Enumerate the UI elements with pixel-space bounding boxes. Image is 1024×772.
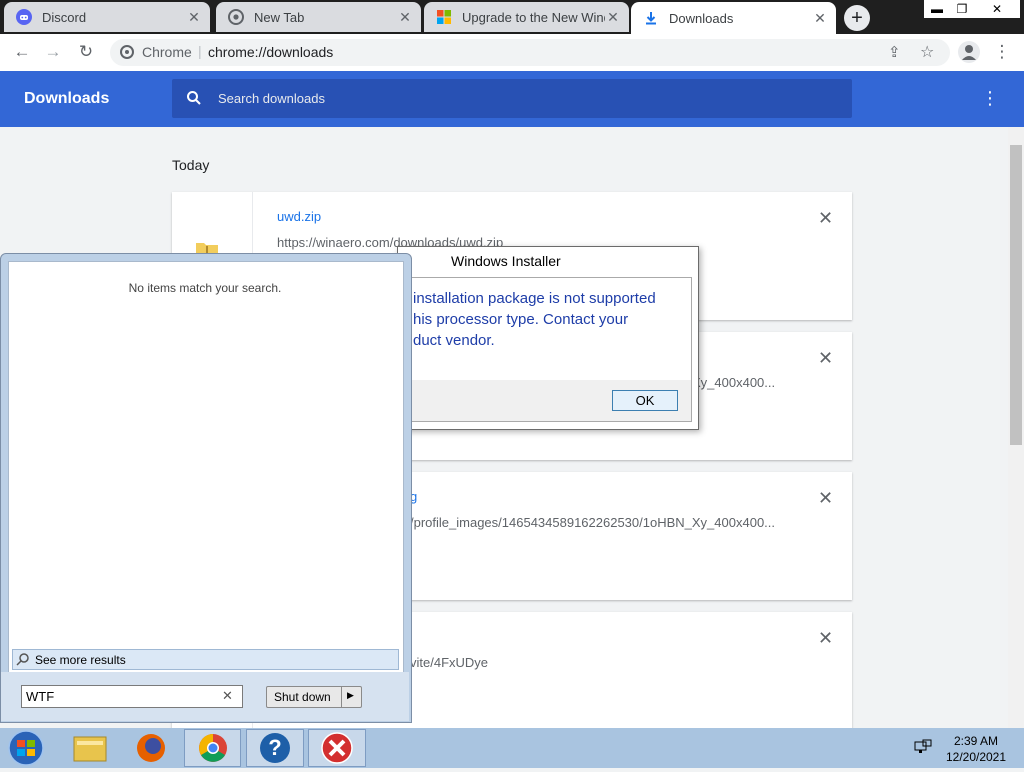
page-title: Downloads bbox=[24, 90, 110, 107]
download-icon bbox=[643, 10, 659, 26]
shutdown-label: Shut down bbox=[274, 690, 331, 704]
remove-icon[interactable]: ✕ bbox=[818, 628, 833, 649]
system-clock[interactable]: 2:39 AM 12/20/2021 bbox=[936, 733, 1016, 765]
tab-upgrade[interactable]: Upgrade to the New Wind ✕ bbox=[424, 2, 629, 32]
forward-icon[interactable]: → bbox=[42, 41, 64, 63]
remove-icon[interactable]: ✕ bbox=[818, 488, 833, 509]
svg-text:?: ? bbox=[268, 735, 281, 760]
search-value: WTF bbox=[26, 689, 55, 704]
search-icon bbox=[186, 90, 202, 111]
no-results-text: No items match your search. bbox=[128, 281, 282, 295]
tab-title: Upgrade to the New Wind bbox=[462, 9, 605, 25]
tab-downloads[interactable]: Downloads ✕ bbox=[631, 2, 836, 34]
remove-icon[interactable]: ✕ bbox=[818, 208, 833, 229]
omnibox-site: Chrome bbox=[142, 44, 192, 60]
clock-date: 12/20/2021 bbox=[945, 750, 1007, 764]
search-icon bbox=[16, 652, 30, 669]
new-tab-button[interactable]: + bbox=[844, 5, 870, 31]
see-more-label: See more results bbox=[35, 653, 126, 667]
close-icon[interactable]: ✕ bbox=[605, 9, 621, 26]
section-heading: Today bbox=[172, 157, 210, 173]
clear-search-icon[interactable]: ✕ bbox=[222, 688, 233, 704]
bookmark-star-icon[interactable]: ☆ bbox=[920, 42, 934, 62]
close-icon[interactable]: ✕ bbox=[186, 9, 202, 26]
tab-strip: Discord ✕ New Tab ✕ Upgrade to the New W… bbox=[0, 0, 1024, 34]
tab-title: New Tab bbox=[254, 9, 305, 25]
error-icon[interactable] bbox=[308, 729, 366, 767]
dialog-title: Windows Installer bbox=[451, 253, 561, 269]
start-button[interactable] bbox=[4, 729, 48, 767]
omnibox-divider: | bbox=[198, 43, 202, 59]
file-url[interactable]: /profile_images/1465434589162262530/1oHB… bbox=[410, 515, 775, 530]
firefox-icon[interactable] bbox=[123, 729, 179, 767]
tab-discord[interactable]: Discord ✕ bbox=[4, 2, 210, 32]
microsoft-icon bbox=[436, 9, 452, 25]
file-url[interactable]: Xy_400x400... bbox=[692, 375, 775, 390]
shutdown-button[interactable]: Shut down ▶ bbox=[266, 686, 362, 708]
network-icon[interactable] bbox=[914, 738, 932, 761]
explorer-icon[interactable] bbox=[62, 729, 118, 767]
message-line: installation package is not supported bbox=[413, 290, 656, 307]
close-icon[interactable]: ✕ bbox=[812, 10, 828, 27]
chrome-taskbar-icon[interactable] bbox=[184, 729, 241, 767]
profile-avatar[interactable] bbox=[958, 41, 980, 63]
divider bbox=[341, 687, 342, 707]
downloads-menu-icon[interactable]: ⋮ bbox=[981, 88, 999, 110]
scrollbar-thumb[interactable] bbox=[1010, 145, 1022, 445]
share-icon[interactable]: ⇪ bbox=[888, 43, 901, 61]
chrome-icon bbox=[228, 9, 244, 25]
remove-icon[interactable]: ✕ bbox=[818, 348, 833, 369]
tab-new-tab[interactable]: New Tab ✕ bbox=[216, 2, 421, 32]
back-icon[interactable]: ← bbox=[11, 41, 33, 63]
restore-button[interactable]: ❐ bbox=[950, 0, 974, 18]
dialog-message: installation package is not supported hi… bbox=[413, 288, 683, 351]
window-close-button[interactable]: ✕ bbox=[974, 0, 1020, 18]
discord-icon bbox=[16, 9, 32, 25]
message-line: his processor type. Contact your bbox=[413, 311, 629, 328]
chrome-menu-icon[interactable]: ⋮ bbox=[991, 41, 1013, 63]
address-bar[interactable]: Chrome | chrome://downloads ⇪ ☆ bbox=[110, 39, 950, 66]
file-name-link[interactable]: uwd.zip bbox=[277, 209, 321, 224]
see-more-results-link[interactable]: See more results bbox=[12, 649, 399, 670]
file-url[interactable]: vite/4FxUDye bbox=[410, 655, 488, 670]
close-icon[interactable]: ✕ bbox=[397, 9, 413, 26]
start-search-input[interactable]: WTF ✕ bbox=[21, 685, 243, 708]
reload-icon[interactable]: ↻ bbox=[75, 41, 97, 63]
help-icon[interactable]: ? bbox=[246, 729, 304, 767]
ok-button[interactable]: OK bbox=[612, 390, 678, 411]
site-info-icon[interactable] bbox=[120, 45, 134, 62]
search-placeholder: Search downloads bbox=[218, 91, 325, 106]
omnibox-url: chrome://downloads bbox=[208, 44, 334, 60]
tab-title: Downloads bbox=[669, 10, 734, 26]
arrow-right-icon[interactable]: ▶ bbox=[347, 690, 354, 701]
minimize-button[interactable]: ▬ bbox=[924, 0, 950, 18]
clock-time: 2:39 AM bbox=[953, 734, 999, 748]
message-line: duct vendor. bbox=[413, 332, 495, 349]
tab-title: Discord bbox=[42, 9, 87, 25]
search-results-pane bbox=[8, 261, 404, 673]
